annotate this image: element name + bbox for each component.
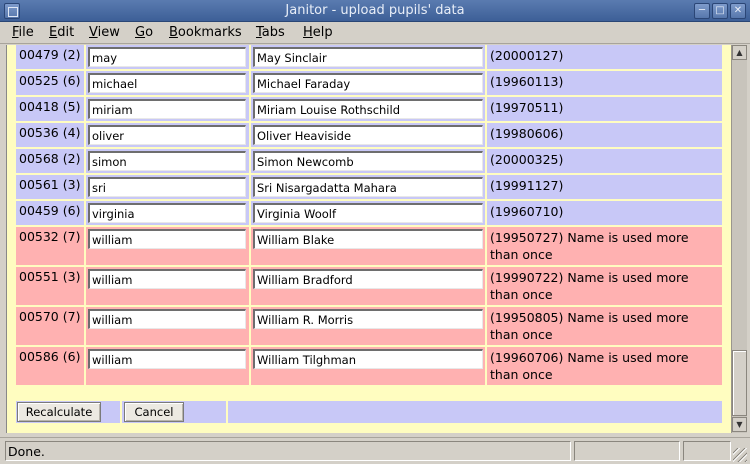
menu-bar: File Edit View Go Bookmarks Tabs Help xyxy=(0,22,750,44)
menu-go[interactable]: Go xyxy=(135,25,153,40)
scroll-up-icon[interactable]: ▲ xyxy=(732,45,747,60)
fullname-input[interactable]: Sri Nisargadatta Mahara xyxy=(253,177,483,197)
table-row: 00568 (2) simon Simon Newcomb (20000325) xyxy=(16,149,722,173)
fullname-input[interactable]: William Tilghman xyxy=(253,349,483,369)
table-row: 00551 (3) william William Bradford (1999… xyxy=(16,267,722,305)
status-security xyxy=(683,441,731,461)
table-row: 00536 (4) oliver Oliver Heaviside (19980… xyxy=(16,123,722,147)
table-row: 00459 (6) virginia Virginia Woolf (19960… xyxy=(16,201,722,225)
pupil-info: (19990722) Name is used more than once xyxy=(487,267,722,305)
pupil-info: (19970511) xyxy=(487,97,722,121)
cancel-button[interactable]: Cancel xyxy=(124,402,184,422)
login-input[interactable]: william xyxy=(88,269,246,289)
menu-edit[interactable]: Edit xyxy=(49,25,74,40)
fullname-input[interactable]: May Sinclair xyxy=(253,47,483,67)
login-input[interactable]: oliver xyxy=(88,125,246,145)
action-cell xyxy=(228,401,722,423)
scroll-thumb[interactable] xyxy=(732,350,747,416)
table-row: 00532 (7) william William Blake (1995072… xyxy=(16,227,722,265)
login-input[interactable]: may xyxy=(88,47,246,67)
pupil-info: (19960113) xyxy=(487,71,722,95)
fullname-input[interactable]: Virginia Woolf xyxy=(253,203,483,223)
menu-tabs[interactable]: Tabs xyxy=(256,25,285,40)
pupil-info: (19960710) xyxy=(487,201,722,225)
login-input[interactable]: miriam xyxy=(88,99,246,119)
pupil-id: 00561 (3) xyxy=(16,175,84,199)
pupil-id: 00525 (6) xyxy=(16,71,84,95)
status-progress xyxy=(574,441,680,461)
page-content: 00479 (2) may May Sinclair (20000127) 00… xyxy=(6,45,731,433)
pupil-id: 00459 (6) xyxy=(16,201,84,225)
login-input[interactable]: william xyxy=(88,229,246,249)
status-text: Done. xyxy=(5,441,571,461)
maximize-icon[interactable]: □ xyxy=(712,3,728,19)
login-input[interactable]: michael xyxy=(88,73,246,93)
fullname-input[interactable]: Simon Newcomb xyxy=(253,151,483,171)
table-row: 00586 (6) william William Tilghman (1996… xyxy=(16,347,722,385)
fullname-input[interactable]: Oliver Heaviside xyxy=(253,125,483,145)
table-row: 00479 (2) may May Sinclair (20000127) xyxy=(16,45,722,69)
pupil-id: 00532 (7) xyxy=(16,227,84,265)
pupil-info: (19960706) Name is used more than once xyxy=(487,347,722,385)
pupil-info: (20000325) xyxy=(487,149,722,173)
status-bar: Done. xyxy=(0,437,750,464)
table-row: 00418 (5) miriam Miriam Louise Rothschil… xyxy=(16,97,722,121)
login-input[interactable]: virginia xyxy=(88,203,246,223)
minimize-icon[interactable]: ─ xyxy=(694,3,710,19)
close-icon[interactable]: ✕ xyxy=(730,3,746,19)
pupil-info: (19950805) Name is used more than once xyxy=(487,307,722,345)
table-row: 00525 (6) michael Michael Faraday (19960… xyxy=(16,71,722,95)
table-row: 00561 (3) sri Sri Nisargadatta Mahara (1… xyxy=(16,175,722,199)
menu-view[interactable]: View xyxy=(89,25,120,40)
pupil-id: 00479 (2) xyxy=(16,45,84,69)
login-input[interactable]: william xyxy=(88,309,246,329)
pupil-info: (19980606) xyxy=(487,123,722,147)
scroll-down-icon[interactable]: ▼ xyxy=(732,417,747,432)
login-input[interactable]: william xyxy=(88,349,246,369)
vertical-scrollbar[interactable]: ▲ ▼ xyxy=(731,45,747,433)
pupil-info: (19950727) Name is used more than once xyxy=(487,227,722,265)
pupil-info: (20000127) xyxy=(487,45,722,69)
table-row: 00570 (7) william William R. Morris (199… xyxy=(16,307,722,345)
window-title: Janitor - upload pupils' data xyxy=(285,3,465,18)
fullname-input[interactable]: William Bradford xyxy=(253,269,483,289)
menu-bookmarks[interactable]: Bookmarks xyxy=(169,25,242,40)
resize-grip-icon[interactable] xyxy=(733,448,747,462)
recalculate-button[interactable]: Recalculate xyxy=(17,402,101,422)
pupil-id: 00568 (2) xyxy=(16,149,84,173)
action-row: Recalculate Cancel xyxy=(16,401,722,423)
pupil-id: 00418 (5) xyxy=(16,97,84,121)
title-bar: Janitor - upload pupils' data ─ □ ✕ xyxy=(0,0,750,22)
fullname-input[interactable]: Miriam Louise Rothschild xyxy=(253,99,483,119)
fullname-input[interactable]: William Blake xyxy=(253,229,483,249)
pupil-id: 00536 (4) xyxy=(16,123,84,147)
menu-file[interactable]: File xyxy=(12,25,34,40)
pupil-id: 00586 (6) xyxy=(16,347,84,385)
fullname-input[interactable]: William R. Morris xyxy=(253,309,483,329)
pupil-id: 00570 (7) xyxy=(16,307,84,345)
menu-help[interactable]: Help xyxy=(303,25,333,40)
fullname-input[interactable]: Michael Faraday xyxy=(253,73,483,93)
pupil-id: 00551 (3) xyxy=(16,267,84,305)
login-input[interactable]: sri xyxy=(88,177,246,197)
login-input[interactable]: simon xyxy=(88,151,246,171)
pupil-info: (19991127) xyxy=(487,175,722,199)
